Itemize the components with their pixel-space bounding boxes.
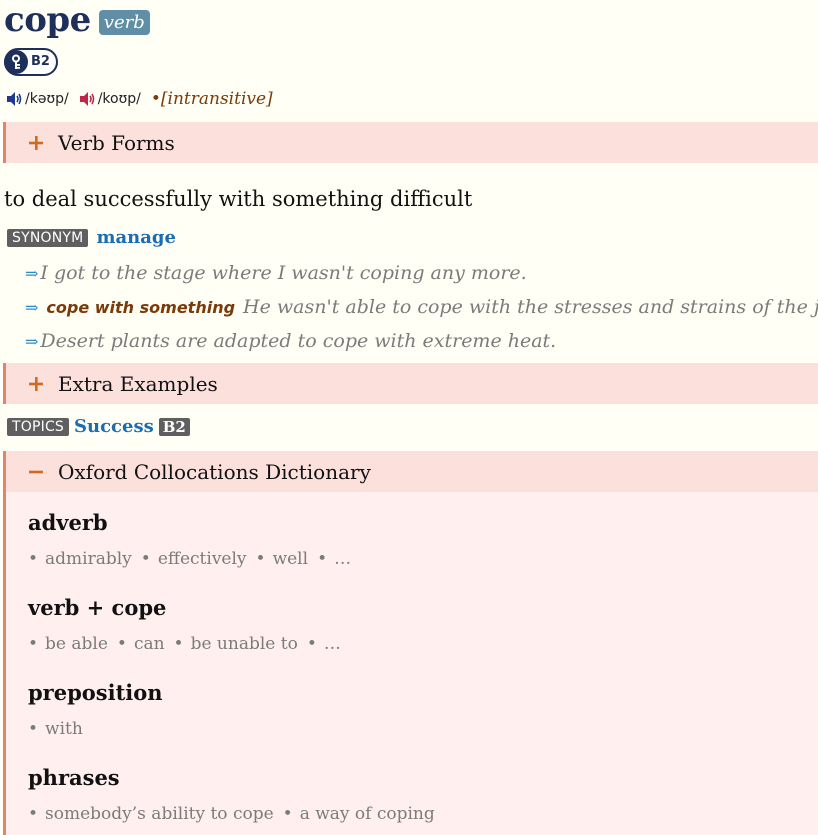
collocation-item: can [117,634,165,654]
double-arrow-icon: ⇒ [25,263,39,283]
minus-icon[interactable] [26,462,46,482]
topic-link[interactable]: Success [74,416,154,437]
topic-level-badge: B2 [158,417,190,436]
cefr-badge-wrap: B2 [4,47,58,76]
collocation-items: with [28,719,92,739]
example-3: ⇒ Desert plants are adapted to cope with… [25,330,556,352]
verb-forms-section[interactable]: Verb Forms [3,122,818,163]
extra-examples-section[interactable]: Extra Examples [3,363,818,404]
pronunciation-line: /kəʊp/ /koʊp/ •[intransitive] [6,86,273,112]
collocation-item: be able [28,634,108,654]
collocations-title: Oxford Collocations Dictionary [58,459,371,484]
collocations-panel: adverb admirably effectively well … verb… [3,492,818,835]
collocation-item: well [256,549,309,569]
plus-icon[interactable] [26,374,46,394]
collocation-item: a way of coping [283,804,435,824]
collocation-items: admirably effectively well … [28,549,360,569]
synonym-link[interactable]: manage [96,227,176,248]
pronunciation-british: /kəʊp/ [25,91,69,107]
collocation-item: somebody’s ability to cope [28,804,274,824]
part-of-speech-badge: verb [98,9,150,35]
extra-examples-title: Extra Examples [58,371,218,396]
example-text: He wasn't able to cope with the stresses… [243,296,818,318]
collocation-heading: adverb [28,510,108,535]
grammar-text: [intransitive] [160,89,273,109]
oxford-key-icon [4,49,28,74]
definition: to deal successfully with something diff… [4,187,473,211]
collocation-items: be able can be unable to … [28,634,350,654]
collocation-item: effectively [141,549,247,569]
synonym-line: SYNONYM manage [7,227,176,248]
topics-line: TOPICS Success B2 [7,416,190,437]
speaker-blue-icon[interactable] [6,91,23,107]
topics-label: TOPICS [7,417,70,436]
plus-icon[interactable] [26,133,46,153]
collocation-item: … [307,634,341,654]
grammar-label: •[intransitive] [151,89,273,109]
headword: cope [4,0,91,40]
collocation-heading: preposition [28,680,163,705]
cefr-level: B2 [31,54,50,69]
collocations-section[interactable]: Oxford Collocations Dictionary [3,451,818,492]
example-2: ⇒ cope with something He wasn't able to … [25,296,818,318]
cefr-badge[interactable]: B2 [4,47,58,76]
double-arrow-icon: ⇒ [25,331,39,351]
example-text: I got to the stage where I wasn't coping… [40,262,527,284]
collocation-heading: phrases [28,765,120,790]
collocation-item: be unable to [174,634,298,654]
collocation-items: somebody’s ability to cope a way of copi… [28,804,444,824]
pronunciation-american: /koʊp/ [97,91,141,107]
collocation-item: … [317,549,351,569]
double-arrow-icon: ⇒ [25,297,39,317]
example-1: ⇒ I got to the stage where I wasn't copi… [25,262,527,284]
synonym-label: SYNONYM [7,228,89,247]
collocation-heading: verb + cope [28,595,167,620]
speaker-red-icon[interactable] [79,91,96,107]
collocation-item: with [28,719,83,739]
verb-forms-title: Verb Forms [58,130,175,155]
example-pattern: cope with something [46,297,236,317]
collocation-item: admirably [28,549,132,569]
headword-line: cope verb [4,0,150,40]
example-text: Desert plants are adapted to cope with e… [40,330,557,352]
grammar-bullet: • [150,89,161,109]
